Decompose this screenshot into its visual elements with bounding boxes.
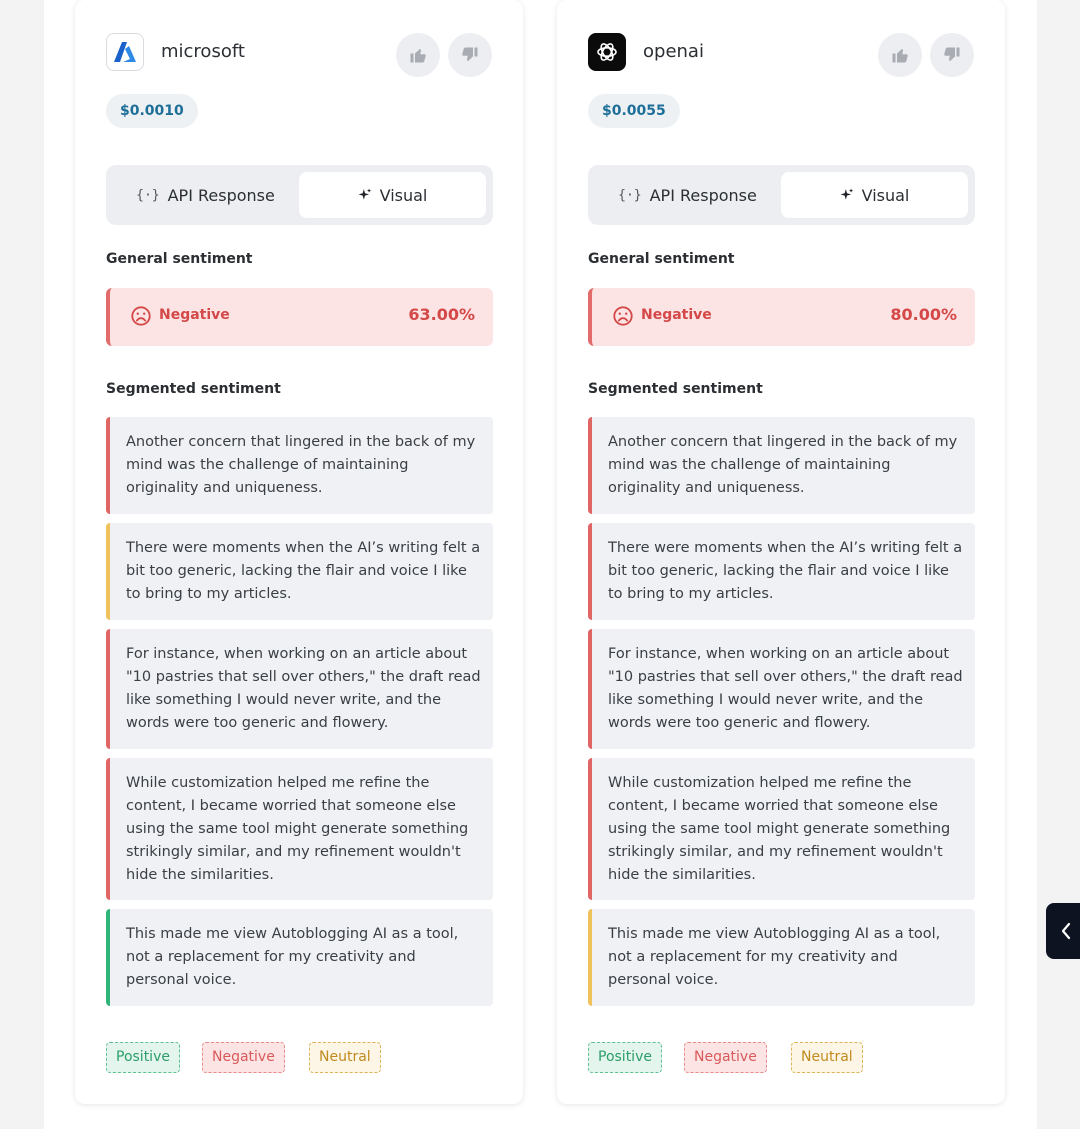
openai-logo-icon: [588, 33, 626, 71]
tab-label: API Response: [649, 185, 757, 205]
chevron-left-icon: [1061, 922, 1071, 940]
provider-header: openai: [588, 33, 975, 77]
segment-item: For instance, when working on an article…: [106, 629, 493, 749]
overall-sentiment: Negative 63.00%: [106, 288, 493, 346]
overall-percent: 80.00%: [890, 305, 957, 324]
provider-card-microsoft: microsoft $0.0010 {·} API Response Visua…: [75, 0, 523, 1104]
segment-item: This made me view Autoblogging AI as a t…: [588, 909, 975, 1006]
tab-label: API Response: [167, 185, 275, 205]
thumbs-down-button[interactable]: [930, 33, 974, 77]
thumbs-down-button[interactable]: [448, 33, 492, 77]
segment-item: Another concern that lingered in the bac…: [106, 417, 493, 514]
price-badge: $0.0010: [106, 94, 198, 128]
sad-face-icon: [131, 306, 151, 326]
overall-label: Negative: [641, 307, 712, 323]
segment-item: There were moments when the AI’s writing…: [588, 523, 975, 620]
thumbs-down-icon: [944, 47, 960, 61]
thumbs-up-icon: [892, 49, 908, 63]
legend-neutral: Neutral: [309, 1042, 381, 1073]
segment-item: Another concern that lingered in the bac…: [588, 417, 975, 514]
tab-label: Visual: [861, 185, 910, 205]
segment-item: While customization helped me refine the…: [106, 758, 493, 900]
code-braces-icon: {·}: [136, 187, 160, 203]
provider-card-openai: openai $0.0055 {·} API Response Visual G…: [557, 0, 1005, 1104]
general-sentiment-title: General sentiment: [106, 251, 253, 267]
legend-negative: Negative: [202, 1042, 285, 1073]
legend-positive: Positive: [106, 1042, 180, 1073]
thumbs-up-icon: [410, 49, 426, 63]
segment-item: This made me view Autoblogging AI as a t…: [106, 909, 493, 1006]
sparkle-icon: [358, 188, 371, 200]
tab-api-response[interactable]: {·} API Response: [594, 172, 781, 218]
legend-negative: Negative: [684, 1042, 767, 1073]
segmented-sentiment-title: Segmented sentiment: [106, 381, 281, 397]
overall-percent: 63.00%: [408, 305, 475, 324]
segment-item: There were moments when the AI’s writing…: [106, 523, 493, 620]
view-tabs: {·} API Response Visual: [588, 165, 975, 225]
overall-sentiment: Negative 80.00%: [588, 288, 975, 346]
segment-item: For instance, when working on an article…: [588, 629, 975, 749]
tab-label: Visual: [379, 185, 428, 205]
code-braces-icon: {·}: [618, 187, 642, 203]
provider-name: openai: [643, 41, 704, 62]
tab-visual[interactable]: Visual: [299, 172, 486, 218]
view-tabs: {·} API Response Visual: [106, 165, 493, 225]
thumbs-down-icon: [462, 47, 478, 61]
provider-header: microsoft: [106, 33, 493, 77]
legend-positive: Positive: [588, 1042, 662, 1073]
overall-label: Negative: [159, 307, 230, 323]
provider-name: microsoft: [161, 41, 245, 62]
general-sentiment-title: General sentiment: [588, 251, 735, 267]
collapse-sidebar-button[interactable]: [1046, 903, 1080, 959]
segmented-sentiment-title: Segmented sentiment: [588, 381, 763, 397]
legend-neutral: Neutral: [791, 1042, 863, 1073]
sad-face-icon: [613, 306, 633, 326]
sparkle-icon: [840, 188, 853, 200]
tab-visual[interactable]: Visual: [781, 172, 968, 218]
tab-api-response[interactable]: {·} API Response: [112, 172, 299, 218]
thumbs-up-button[interactable]: [396, 33, 440, 77]
price-badge: $0.0055: [588, 94, 680, 128]
segment-item: While customization helped me refine the…: [588, 758, 975, 900]
azure-logo-icon: [106, 33, 144, 71]
thumbs-up-button[interactable]: [878, 33, 922, 77]
